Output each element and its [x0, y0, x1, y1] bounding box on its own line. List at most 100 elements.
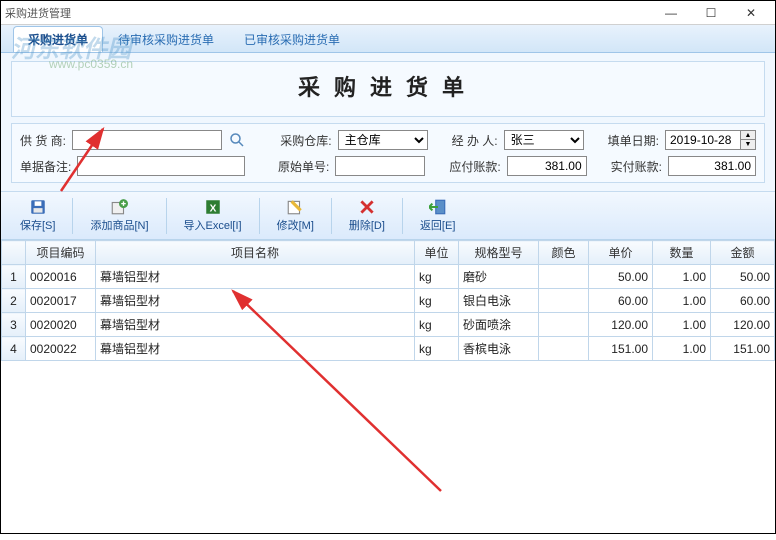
tab-pending-audit[interactable]: 待审核采购进货单 — [103, 26, 229, 52]
items-table: 项目编码 项目名称 单位 规格型号 颜色 单价 数量 金额 10020016幕墙… — [1, 240, 775, 361]
warehouse-label: 采购仓库: — [280, 132, 331, 149]
remark-input[interactable] — [77, 156, 245, 176]
col-amount[interactable]: 金额 — [711, 241, 775, 265]
col-spec[interactable]: 规格型号 — [459, 241, 539, 265]
edit-label: 修改[M] — [277, 217, 314, 233]
close-button[interactable]: ✕ — [731, 1, 771, 25]
cell-name[interactable]: 幕墙铝型材 — [96, 313, 415, 337]
edit-icon — [286, 198, 304, 216]
delete-label: 删除[D] — [349, 217, 385, 233]
tab-purchase-order[interactable]: 采购进货单 — [13, 26, 103, 52]
back-button[interactable]: 返回[E] — [409, 195, 466, 236]
cell-qty[interactable]: 1.00 — [653, 313, 711, 337]
cell-rownum: 4 — [2, 337, 26, 361]
col-name[interactable]: 项目名称 — [96, 241, 415, 265]
back-icon — [429, 198, 447, 216]
tab-audited[interactable]: 已审核采购进货单 — [229, 26, 355, 52]
cell-qty[interactable]: 1.00 — [653, 265, 711, 289]
import-label: 导入Excel[I] — [184, 217, 242, 233]
col-unit[interactable]: 单位 — [415, 241, 459, 265]
cell-name[interactable]: 幕墙铝型材 — [96, 337, 415, 361]
cell-unit[interactable]: kg — [415, 265, 459, 289]
remark-label: 单据备注: — [20, 158, 71, 175]
cell-unit[interactable]: kg — [415, 337, 459, 361]
cell-name[interactable]: 幕墙铝型材 — [96, 265, 415, 289]
save-label: 保存[S] — [20, 217, 55, 233]
supplier-label: 供 货 商: — [20, 132, 66, 149]
edit-button[interactable]: 修改[M] — [266, 195, 325, 236]
cell-rownum: 3 — [2, 313, 26, 337]
titlebar: 采购进货管理 — ☐ ✕ — [1, 1, 775, 25]
table-row[interactable]: 40020022幕墙铝型材kg香槟电泳 151.001.00151.00 — [2, 337, 775, 361]
cell-rownum: 1 — [2, 265, 26, 289]
delete-button[interactable]: 删除[D] — [338, 195, 396, 236]
save-button[interactable]: 保存[S] — [9, 195, 66, 236]
maximize-button[interactable]: ☐ — [691, 1, 731, 25]
cell-code[interactable]: 0020017 — [26, 289, 96, 313]
cell-spec[interactable]: 香槟电泳 — [459, 337, 539, 361]
cell-amount[interactable]: 151.00 — [711, 337, 775, 361]
col-rownum — [2, 241, 26, 265]
cell-qty[interactable]: 1.00 — [653, 289, 711, 313]
cell-amount[interactable]: 120.00 — [711, 313, 775, 337]
col-code[interactable]: 项目编码 — [26, 241, 96, 265]
cell-price[interactable]: 60.00 — [589, 289, 653, 313]
payable-label: 应付账款: — [449, 158, 500, 175]
cell-spec[interactable]: 砂面喷涂 — [459, 313, 539, 337]
form-panel: 采购进货单 供 货 商: 采购仓库: 主仓库 经 办 人: 张三 填单日期: ▲… — [1, 53, 775, 192]
col-color[interactable]: 颜色 — [539, 241, 589, 265]
cell-color[interactable] — [539, 289, 589, 313]
cell-price[interactable]: 151.00 — [589, 337, 653, 361]
origno-input[interactable] — [335, 156, 425, 176]
cell-name[interactable]: 幕墙铝型材 — [96, 289, 415, 313]
warehouse-select[interactable]: 主仓库 — [338, 130, 428, 150]
import-excel-button[interactable]: X 导入Excel[I] — [173, 195, 253, 236]
save-icon — [29, 198, 47, 216]
cell-color[interactable] — [539, 313, 589, 337]
excel-icon: X — [204, 198, 222, 216]
table-row[interactable]: 20020017幕墙铝型材kg银白电泳 60.001.0060.00 — [2, 289, 775, 313]
cell-amount[interactable]: 50.00 — [711, 265, 775, 289]
cell-code[interactable]: 0020016 — [26, 265, 96, 289]
svg-text:X: X — [209, 204, 216, 215]
cell-unit[interactable]: kg — [415, 289, 459, 313]
window-title: 采购进货管理 — [5, 5, 651, 21]
minimize-button[interactable]: — — [651, 1, 691, 25]
cell-amount[interactable]: 60.00 — [711, 289, 775, 313]
cell-color[interactable] — [539, 265, 589, 289]
delete-icon — [358, 198, 376, 216]
cell-color[interactable] — [539, 337, 589, 361]
paid-label: 实付账款: — [611, 158, 662, 175]
table-header-row: 项目编码 项目名称 单位 规格型号 颜色 单价 数量 金额 — [2, 241, 775, 265]
payable-input[interactable] — [507, 156, 587, 176]
cell-price[interactable]: 120.00 — [589, 313, 653, 337]
toolbar: 保存[S] 添加商品[N] X 导入Excel[I] 修改[M] 删除[D] 返… — [1, 192, 775, 240]
tab-bar: 采购进货单 待审核采购进货单 已审核采购进货单 — [1, 25, 775, 53]
date-label: 填单日期: — [608, 132, 659, 149]
table-row[interactable]: 30020020幕墙铝型材kg砂面喷涂 120.001.00120.00 — [2, 313, 775, 337]
cell-unit[interactable]: kg — [415, 313, 459, 337]
date-input[interactable] — [665, 130, 741, 150]
origno-label: 原始单号: — [278, 158, 329, 175]
page-title: 采购进货单 — [11, 61, 765, 117]
cell-rownum: 2 — [2, 289, 26, 313]
supplier-input[interactable] — [72, 130, 222, 150]
cell-price[interactable]: 50.00 — [589, 265, 653, 289]
cell-code[interactable]: 0020022 — [26, 337, 96, 361]
handler-select[interactable]: 张三 — [504, 130, 584, 150]
col-price[interactable]: 单价 — [589, 241, 653, 265]
cell-code[interactable]: 0020020 — [26, 313, 96, 337]
col-qty[interactable]: 数量 — [653, 241, 711, 265]
add-product-button[interactable]: 添加商品[N] — [79, 195, 159, 236]
date-spinner[interactable]: ▲▼ — [741, 130, 756, 150]
back-label: 返回[E] — [420, 217, 455, 233]
table-row[interactable]: 10020016幕墙铝型材kg磨砂 50.001.0050.00 — [2, 265, 775, 289]
cell-qty[interactable]: 1.00 — [653, 337, 711, 361]
add-icon — [110, 198, 128, 216]
handler-label: 经 办 人: — [452, 132, 498, 149]
cell-spec[interactable]: 银白电泳 — [459, 289, 539, 313]
add-label: 添加商品[N] — [90, 217, 148, 233]
paid-input[interactable] — [668, 156, 756, 176]
search-icon[interactable] — [228, 131, 246, 149]
cell-spec[interactable]: 磨砂 — [459, 265, 539, 289]
